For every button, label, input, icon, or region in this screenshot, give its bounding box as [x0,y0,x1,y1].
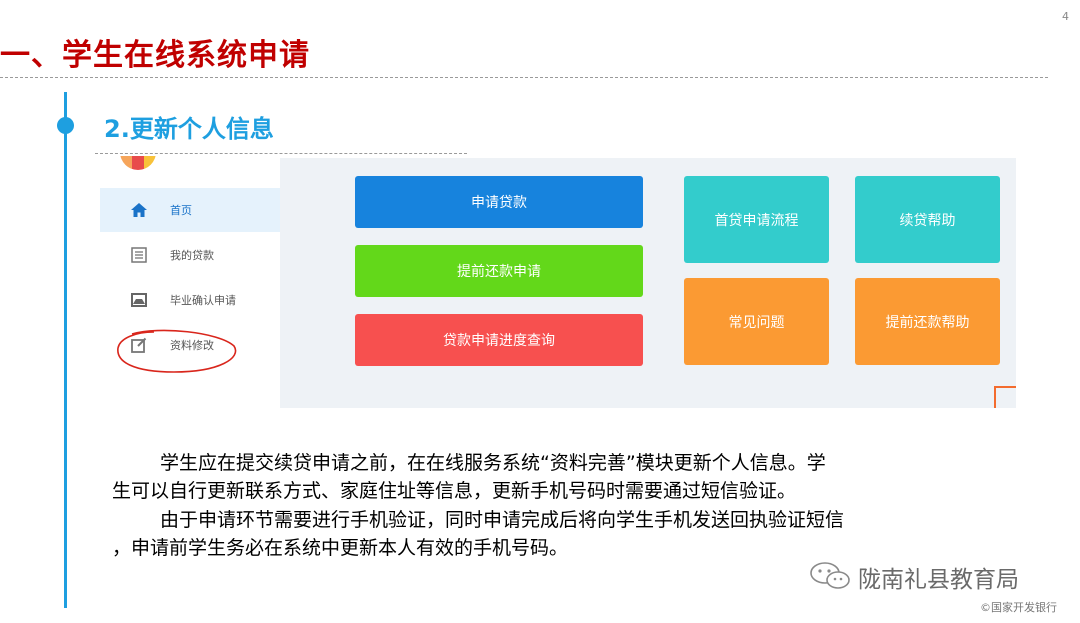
copyright-text: ©国家开发银行 [980,601,1057,614]
title-divider [0,77,1048,78]
avatar [120,156,156,170]
inbox-icon [131,293,147,307]
sidebar-item-my-loans[interactable]: 我的贷款 [100,233,280,277]
timeline-dot [57,117,74,134]
sidebar-item-label: 首页 [170,204,192,217]
sidebar-item-home[interactable]: 首页 [100,188,280,232]
dashboard-panel: 申请贷款 提前还款申请 贷款申请进度查询 首贷申请流程 续贷帮助 常见问题 提前… [280,158,1016,408]
home-icon [131,203,147,217]
section-title: 2.更新个人信息 [104,115,274,143]
embedded-screenshot: 首页 我的贷款 毕业确认申请 资料修改 申请贷款 提前还款申请 贷款申请进度查询… [100,156,1016,408]
faq-button[interactable]: 常见问题 [684,278,829,365]
early-repayment-help-button[interactable]: 提前还款帮助 [855,278,1000,365]
watermark-text: 陇南礼县教育局 [858,567,1019,593]
list-icon [131,247,147,263]
apply-loan-button[interactable]: 申请贷款 [355,176,643,228]
corner-marker [994,386,1016,408]
sidebar-item-label: 我的贷款 [170,249,214,262]
first-loan-flow-button[interactable]: 首贷申请流程 [684,176,829,263]
timeline-line [64,92,67,608]
page-number: 4 [1062,10,1069,23]
body-text-line: 由于申请环节需要进行手机验证，同时申请完成后将向学生手机发送回执验证短信 [160,509,845,531]
renew-loan-help-button[interactable]: 续贷帮助 [855,176,1000,263]
page-title: 一、学生在线系统申请 [0,38,310,73]
early-repayment-button[interactable]: 提前还款申请 [355,245,643,297]
body-text-line: ，申请前学生务必在系统中更新本人有效的手机号码。 [112,537,569,559]
loan-progress-query-button[interactable]: 贷款申请进度查询 [355,314,643,366]
body-text-line: 学生应在提交续贷申请之前，在在线服务系统“资料完善”模块更新个人信息。学 [160,452,826,474]
sidebar-item-label: 毕业确认申请 [170,294,236,307]
body-text-line: 生可以自行更新联系方式、家庭住址等信息，更新手机号码时需要通过短信验证。 [112,480,797,502]
section-divider [95,153,467,154]
highlight-circle [117,329,237,373]
wechat-icon [810,562,850,589]
sidebar-item-graduation-confirm[interactable]: 毕业确认申请 [100,278,280,322]
